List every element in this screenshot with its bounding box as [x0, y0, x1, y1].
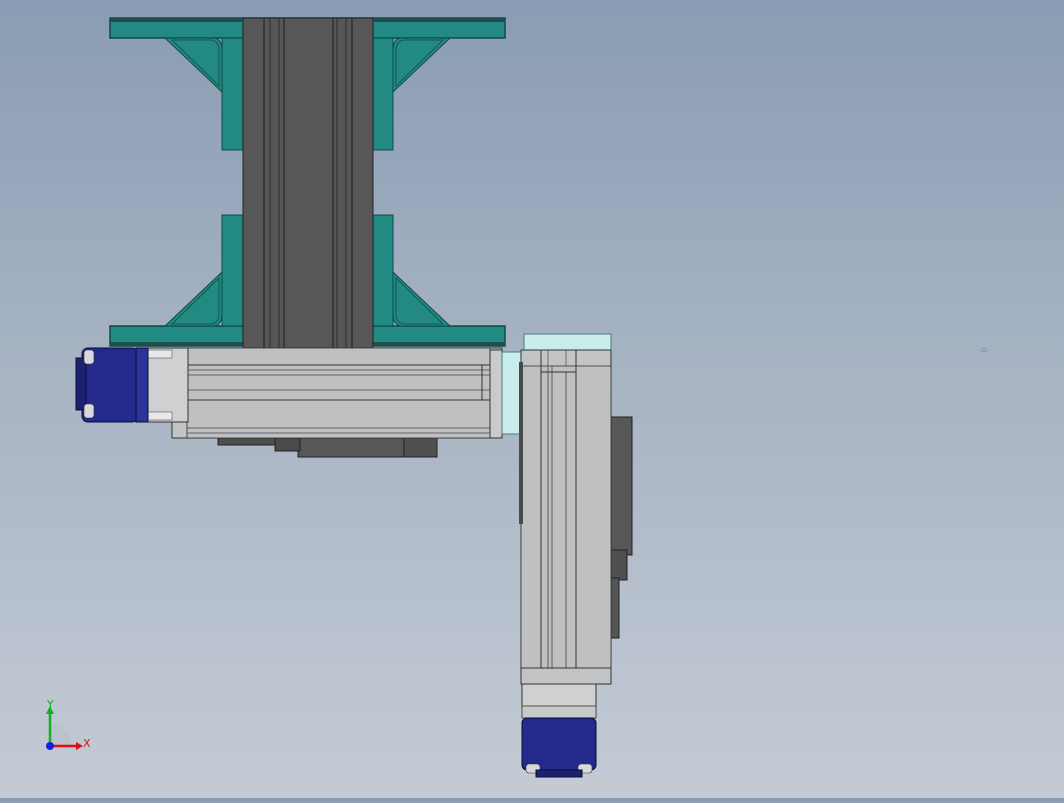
coordinate-triad: Y X	[36, 696, 106, 760]
origin-marker	[980, 348, 988, 352]
x-axis-label: X	[83, 737, 91, 750]
cad-viewport[interactable]: Y X	[0, 0, 1064, 798]
horizontal-motor[interactable]	[75, 347, 149, 423]
y-axis-label: Y	[47, 698, 54, 711]
assembly-model[interactable]	[0, 0, 1064, 798]
vertical-profile[interactable]	[242, 17, 374, 349]
vertical-motor[interactable]	[521, 717, 597, 778]
vertical-linear-module[interactable]	[519, 349, 633, 719]
z-axis-dot	[46, 742, 54, 750]
horizontal-linear-module[interactable]	[138, 347, 503, 458]
